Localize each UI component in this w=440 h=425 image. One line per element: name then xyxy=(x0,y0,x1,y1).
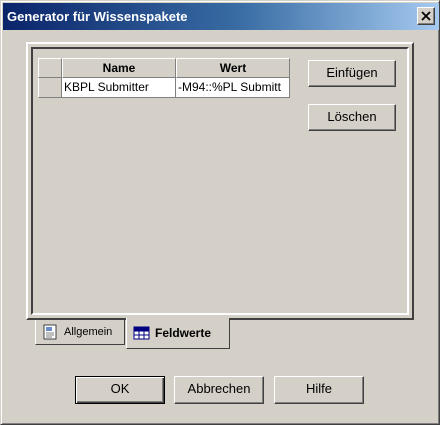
close-icon xyxy=(421,11,431,21)
table-row[interactable]: KBPL Submitter -M94::%PL Submitt xyxy=(38,78,290,98)
dialog-window: Generator für Wissenspakete Name Wert KB… xyxy=(0,0,440,425)
insert-button[interactable]: Einfügen xyxy=(308,60,396,87)
tab-feldwerte[interactable]: Feldwerte xyxy=(126,318,230,349)
grid-header-row: Name Wert xyxy=(38,58,290,78)
cell-name[interactable]: KBPL Submitter xyxy=(62,78,176,98)
grid-corner-header xyxy=(38,58,62,78)
document-icon xyxy=(43,324,57,340)
cancel-button[interactable]: Abbrechen xyxy=(174,376,264,404)
delete-button[interactable]: Löschen xyxy=(308,104,396,131)
help-button[interactable]: Hilfe xyxy=(274,376,364,404)
tab-label-allgemein: Allgemein xyxy=(64,326,113,338)
field-values-grid[interactable]: Name Wert KBPL Submitter -M94::%PL Submi… xyxy=(38,58,290,98)
cell-wert[interactable]: -M94::%PL Submitt xyxy=(176,78,290,98)
tab-allgemein[interactable]: Allgemein xyxy=(35,320,125,345)
column-header-wert[interactable]: Wert xyxy=(176,58,290,78)
tab-label-feldwerte: Feldwerte xyxy=(155,326,212,340)
window-title: Generator für Wissenspakete xyxy=(7,9,188,24)
grid-icon xyxy=(133,326,150,340)
column-header-name[interactable]: Name xyxy=(62,58,176,78)
ok-button[interactable]: OK xyxy=(75,376,165,404)
tab-panel-feldwerte: Name Wert KBPL Submitter -M94::%PL Submi… xyxy=(26,42,414,320)
title-bar[interactable]: Generator für Wissenspakete xyxy=(3,3,439,30)
close-button[interactable] xyxy=(417,7,435,25)
row-selector[interactable] xyxy=(38,78,62,98)
